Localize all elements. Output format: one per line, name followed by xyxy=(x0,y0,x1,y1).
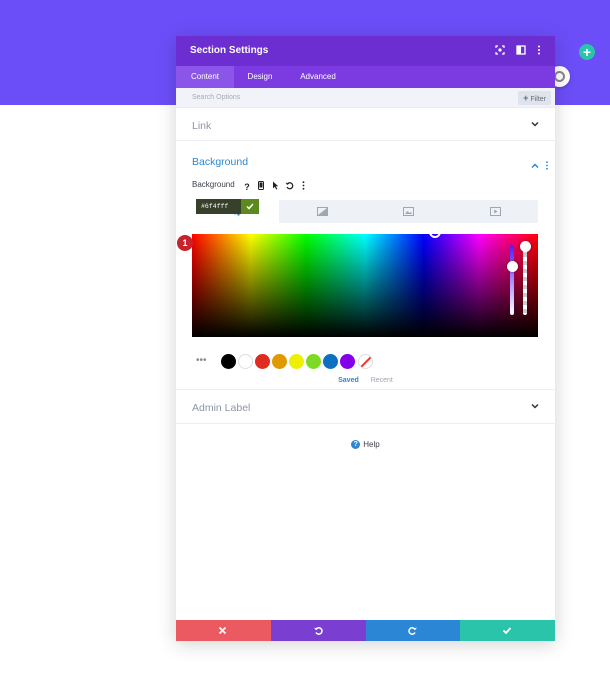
gradient-icon xyxy=(316,207,328,216)
saved-color-swatches: ••• xyxy=(192,354,538,370)
modal-title: Section Settings xyxy=(190,45,269,56)
plus-icon: + xyxy=(523,93,529,103)
admin-label-section-toggle[interactable]: Admin Label xyxy=(176,390,555,424)
undo-button[interactable] xyxy=(270,620,366,641)
swatch-purple[interactable] xyxy=(340,354,355,369)
annotation-badge: 1 xyxy=(177,235,193,251)
more-icon[interactable] xyxy=(296,180,310,194)
tab-design[interactable]: Design xyxy=(234,66,286,88)
link-section-title: Link xyxy=(192,120,212,132)
image-icon xyxy=(403,207,414,216)
add-section-button[interactable]: + xyxy=(579,44,595,60)
chevron-down-icon xyxy=(531,402,539,410)
background-section: Background Background ? ••• Saved Recent xyxy=(176,141,555,390)
settings-modal: Section Settings Content Design Advanced… xyxy=(176,36,555,641)
opacity-slider-thumb[interactable] xyxy=(520,241,531,252)
more-options-icon[interactable] xyxy=(533,45,545,57)
hex-color-input[interactable]: #6f4fff xyxy=(196,199,242,214)
chevron-up-icon[interactable] xyxy=(531,157,539,175)
modal-footer xyxy=(176,620,555,641)
color-picker-area[interactable] xyxy=(192,234,538,337)
swatch-green[interactable] xyxy=(306,354,321,369)
bg-type-image-tab[interactable] xyxy=(365,200,452,223)
hue-slider[interactable] xyxy=(510,245,514,315)
filter-label: Filter xyxy=(530,96,546,103)
swatch-black[interactable] xyxy=(221,354,236,369)
swatch-transparent[interactable] xyxy=(358,354,373,369)
check-icon xyxy=(246,203,254,210)
redo-button[interactable] xyxy=(365,620,461,641)
bg-type-video-tab[interactable] xyxy=(452,200,539,223)
swatch-yellow[interactable] xyxy=(289,354,304,369)
fullscreen-icon[interactable] xyxy=(494,45,506,57)
settings-icon xyxy=(554,71,565,82)
help-link[interactable]: ? Help xyxy=(176,440,555,450)
background-section-title[interactable]: Background xyxy=(192,156,248,168)
cancel-button[interactable] xyxy=(176,620,271,641)
admin-label-section-title: Admin Label xyxy=(192,402,251,414)
tab-content[interactable]: Content xyxy=(176,66,234,88)
hover-cursor-icon[interactable] xyxy=(268,180,282,194)
background-field-label: Background xyxy=(192,180,235,189)
modal-tabs: Content Design Advanced xyxy=(176,66,555,88)
swatch-orange[interactable] xyxy=(272,354,287,369)
hue-slider-thumb[interactable] xyxy=(507,261,518,272)
section-more-icon[interactable] xyxy=(545,157,549,175)
search-options-bar[interactable]: Search Options + Filter xyxy=(176,88,555,108)
search-input[interactable]: Search Options xyxy=(192,94,240,101)
mobile-icon[interactable] xyxy=(254,180,268,194)
recent-palette-tab[interactable]: Recent xyxy=(371,377,393,384)
split-view-icon[interactable] xyxy=(515,45,527,57)
help-icon[interactable]: ? xyxy=(240,180,254,194)
saved-palette-tab[interactable]: Saved xyxy=(338,377,359,384)
swatch-blue[interactable] xyxy=(323,354,338,369)
chevron-down-icon xyxy=(531,120,539,128)
tab-advanced[interactable]: Advanced xyxy=(286,66,350,88)
redo-icon xyxy=(407,627,417,635)
palette-tabs: Saved Recent xyxy=(176,377,555,384)
filter-button[interactable]: + Filter xyxy=(518,91,551,105)
save-button[interactable] xyxy=(460,620,555,641)
help-circle-icon: ? xyxy=(351,440,361,450)
more-swatches-icon[interactable]: ••• xyxy=(196,355,207,366)
bg-type-gradient-tab[interactable] xyxy=(279,200,366,223)
swatch-red[interactable] xyxy=(255,354,270,369)
swatch-white[interactable] xyxy=(238,354,253,369)
confirm-color-button[interactable] xyxy=(241,199,259,214)
field-option-icons: ? xyxy=(240,177,310,194)
color-picker-handle[interactable] xyxy=(429,226,441,238)
link-section-toggle[interactable]: Link xyxy=(176,108,555,141)
video-icon xyxy=(489,207,501,216)
opacity-slider[interactable] xyxy=(523,245,527,315)
undo-icon xyxy=(313,627,323,635)
check-icon xyxy=(503,627,512,635)
help-label: Help xyxy=(363,440,380,449)
reset-icon[interactable] xyxy=(282,180,296,194)
modal-header: Section Settings xyxy=(176,36,555,66)
close-icon xyxy=(218,626,227,635)
